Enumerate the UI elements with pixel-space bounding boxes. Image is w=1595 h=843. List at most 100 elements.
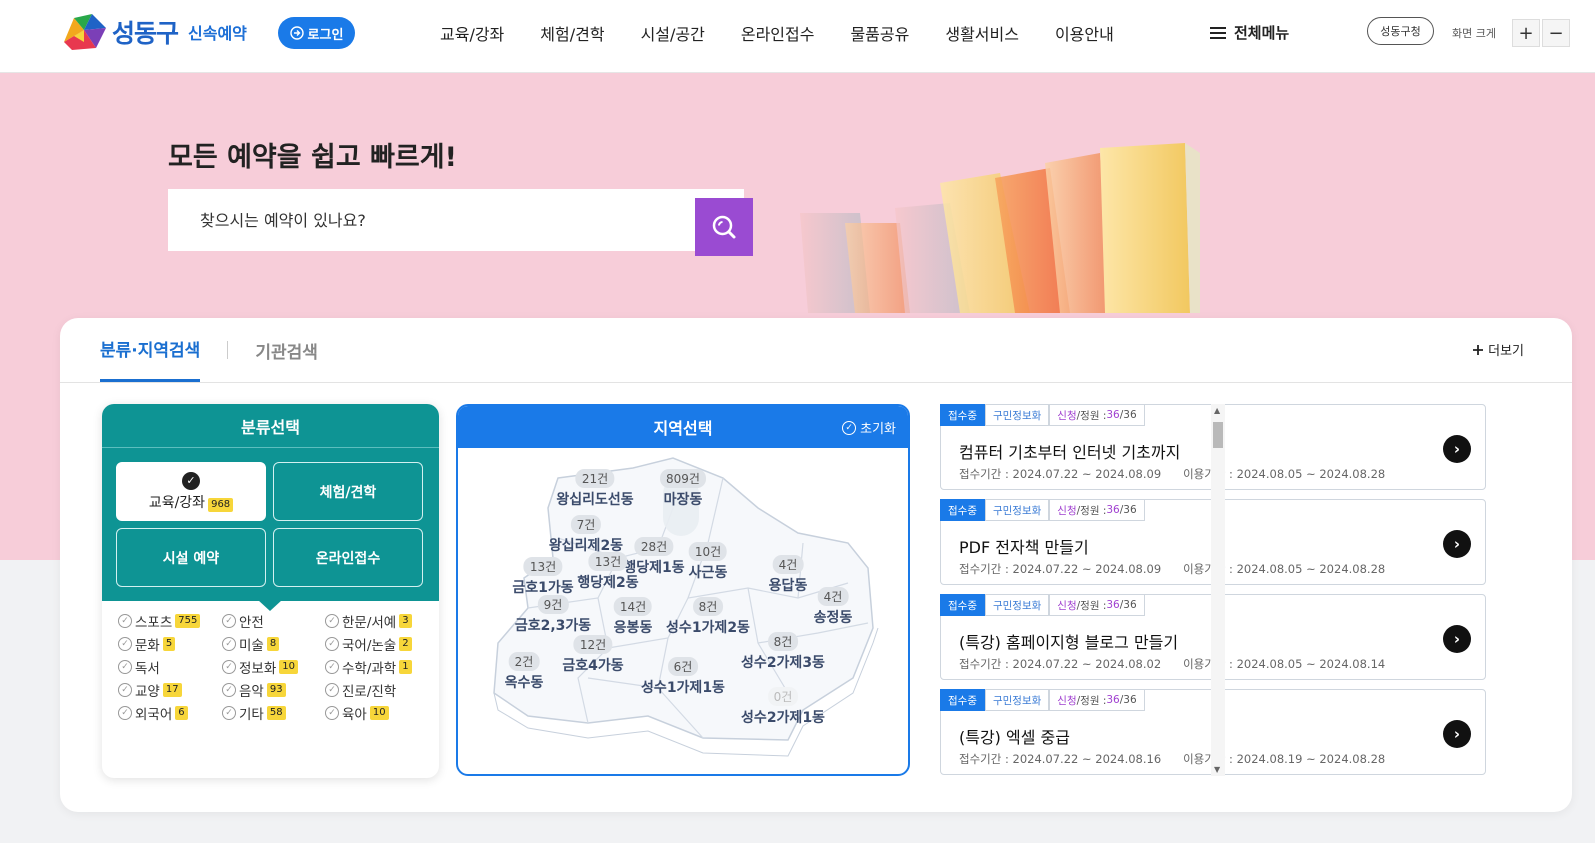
region-count-badge: 6건 (667, 657, 699, 676)
region-count-badge: 12건 (573, 635, 613, 654)
region-item[interactable]: 4건 송정동 (814, 586, 852, 627)
scrollbar-thumb[interactable] (1213, 422, 1223, 448)
region-item[interactable]: 7건 왕십리제2동 (549, 514, 623, 555)
list-scrollbar[interactable]: ▲ ▼ (1211, 404, 1225, 776)
category-button-facility[interactable]: 시설 예약 (116, 528, 266, 587)
subcategory-check-icon: ✓ (118, 706, 132, 720)
chevron-right-icon[interactable]: › (1443, 625, 1471, 653)
region-item[interactable]: 10건 사근동 (689, 541, 727, 582)
subcategory-item[interactable]: ✓ 기타 58 (222, 703, 286, 723)
program-dates: 접수기간 : 2024.07.22 ~ 2024.08.09 이용기간 : 20… (959, 467, 1386, 481)
region-count-badge: 4건 (817, 587, 849, 606)
region-count-badge: 8건 (692, 597, 724, 616)
nav-item-experience[interactable]: 체험/견학 (540, 21, 604, 45)
check-icon: ✓ (182, 471, 200, 490)
login-button[interactable]: 로그인 (278, 17, 355, 49)
subcategory-item[interactable]: ✓ 음악 93 (222, 680, 286, 700)
site-logo[interactable]: 성동구 신속예약 (60, 12, 247, 52)
region-count-badge: 0건 (767, 687, 799, 706)
zoom-out-button[interactable]: − (1542, 19, 1570, 47)
nav-item-life-service[interactable]: 생활서비스 (945, 21, 1019, 45)
subcategory-item[interactable]: ✓ 진로/진학 (325, 680, 396, 700)
nav-item-education[interactable]: 교육/강좌 (440, 21, 504, 45)
region-item[interactable]: 809건 마장동 (660, 468, 706, 509)
subcategory-label: 국어/논술 (342, 638, 397, 654)
tab-underline (60, 382, 1572, 383)
subcategory-item[interactable]: ✓ 미술 8 (222, 634, 280, 654)
subcategory-item[interactable]: ✓ 수학/과학 1 (325, 657, 412, 677)
logo-subtitle: 신속예약 (188, 24, 247, 43)
program-tags: 접수중 구민정보화 신청/정원 : 36/36 (940, 404, 1145, 426)
subcategory-item[interactable]: ✓ 문화 5 (118, 634, 176, 654)
subcategory-item[interactable]: ✓ 외국어 6 (118, 703, 188, 723)
status-badge: 접수중 (940, 594, 985, 616)
category-box: 분류선택 ✓ 교육/강좌 968 체험/견학 시설 예약 온라인접수 ✓ 스포츠 75… (102, 404, 439, 778)
tab-category-region[interactable]: 분류·지역검색 (100, 318, 201, 382)
region-item[interactable]: 13건 행당제2동 (577, 551, 639, 592)
region-count-badge: 809건 (660, 469, 706, 488)
subcategory-check-icon: ✓ (222, 706, 236, 720)
nav-item-sharing[interactable]: 물품공유 (850, 21, 909, 45)
region-item[interactable]: 9건 금호2,3가동 (515, 594, 591, 635)
region-item[interactable]: 8건 성수1가제2동 (666, 596, 750, 637)
region-item[interactable]: 13건 금호1가동 (512, 556, 574, 597)
scroll-down-icon[interactable]: ▼ (1214, 765, 1220, 774)
login-label: 로그인 (307, 27, 344, 43)
region-item[interactable]: 8건 성수2가제3동 (741, 631, 825, 672)
region-item[interactable]: 14건 응봉동 (614, 596, 652, 637)
region-title: 지역선택 (653, 419, 713, 438)
nav-item-online[interactable]: 온라인접수 (741, 21, 815, 45)
scroll-up-icon[interactable]: ▲ (1214, 406, 1220, 415)
program-dates: 접수기간 : 2024.07.22 ~ 2024.08.16 이용기간 : 20… (959, 752, 1386, 766)
chevron-right-icon[interactable]: › (1443, 720, 1471, 748)
status-badge: 접수중 (940, 404, 985, 426)
subcategory-label: 미술 (239, 638, 264, 654)
subcategory-count-badge: 6 (175, 706, 188, 720)
subcategory-count-badge: 1 (399, 660, 412, 674)
region-name: 왕십리도선동 (556, 492, 634, 508)
subcategory-count-badge: 5 (162, 637, 176, 651)
region-item[interactable]: 6건 성수1가제1동 (641, 656, 725, 697)
subcategory-check-icon: ✓ (325, 683, 339, 697)
chevron-right-icon[interactable]: › (1443, 530, 1471, 558)
subcategory-item[interactable]: ✓ 스포츠 755 (118, 611, 201, 631)
region-item[interactable]: 2건 옥수동 (505, 651, 543, 692)
category-button-online[interactable]: 온라인접수 (273, 528, 423, 587)
subcategory-item[interactable]: ✓ 교양 17 (118, 680, 182, 700)
category-button-education[interactable]: ✓ 교육/강좌 968 (116, 462, 266, 521)
subcategory-item[interactable]: ✓ 한문/서예 3 (325, 611, 412, 631)
nav-item-guide[interactable]: 이용안내 (1055, 21, 1114, 45)
subcategory-item[interactable]: ✓ 독서 (118, 657, 160, 677)
region-name: 금호4가동 (562, 658, 624, 674)
zoom-in-button[interactable]: + (1512, 19, 1540, 47)
all-menu-button[interactable]: 전체메뉴 (1210, 22, 1289, 43)
subcategory-item[interactable]: ✓ 정보화 10 (222, 657, 298, 677)
program-title: (특강) 홈페이지형 블로그 만들기 (959, 633, 1179, 652)
chevron-right-icon[interactable]: › (1443, 435, 1471, 463)
nav-item-facility[interactable]: 시설/공간 (641, 21, 705, 45)
reset-label: 초기화 (860, 422, 896, 437)
subcategory-item[interactable]: ✓ 국어/논술 2 (325, 634, 412, 654)
search-button[interactable] (695, 198, 753, 256)
program-tags: 접수중 구민정보화 신청/정원 : 36/36 (940, 499, 1145, 521)
program-tags: 접수중 구민정보화 신청/정원 : 36/36 (940, 594, 1145, 616)
program-title: PDF 전자책 만들기 (959, 538, 1089, 557)
category-tag: 구민정보화 (984, 499, 1050, 521)
category-button-experience[interactable]: 체험/견학 (273, 462, 423, 521)
region-item[interactable]: 12건금호4가동 (562, 634, 624, 675)
district-office-link[interactable]: 성동구청 (1367, 17, 1434, 45)
subcategory-count-badge: 2 (399, 637, 412, 651)
logo-title: 성동구 (112, 19, 179, 48)
subcategory-item[interactable]: ✓ 안전 (222, 611, 264, 631)
subcategory-check-icon: ✓ (325, 706, 339, 720)
subcategory-item[interactable]: ✓ 육아 10 (325, 703, 389, 723)
search-input[interactable] (168, 189, 688, 251)
reset-button[interactable]: ✓ 초기화 (842, 418, 896, 437)
region-item[interactable]: 4건 용답동 (769, 554, 807, 595)
subcategory-label: 정보화 (239, 661, 277, 677)
region-item[interactable]: 0건 성수2가제1동 (741, 686, 825, 727)
tab-institution[interactable]: 기관검색 (255, 318, 318, 382)
region-item[interactable]: 21건 왕십리도선동 (556, 468, 634, 509)
program-dates: 접수기간 : 2024.07.22 ~ 2024.08.02 이용기간 : 20… (959, 657, 1386, 671)
more-link[interactable]: 더보기 (1472, 340, 1524, 359)
